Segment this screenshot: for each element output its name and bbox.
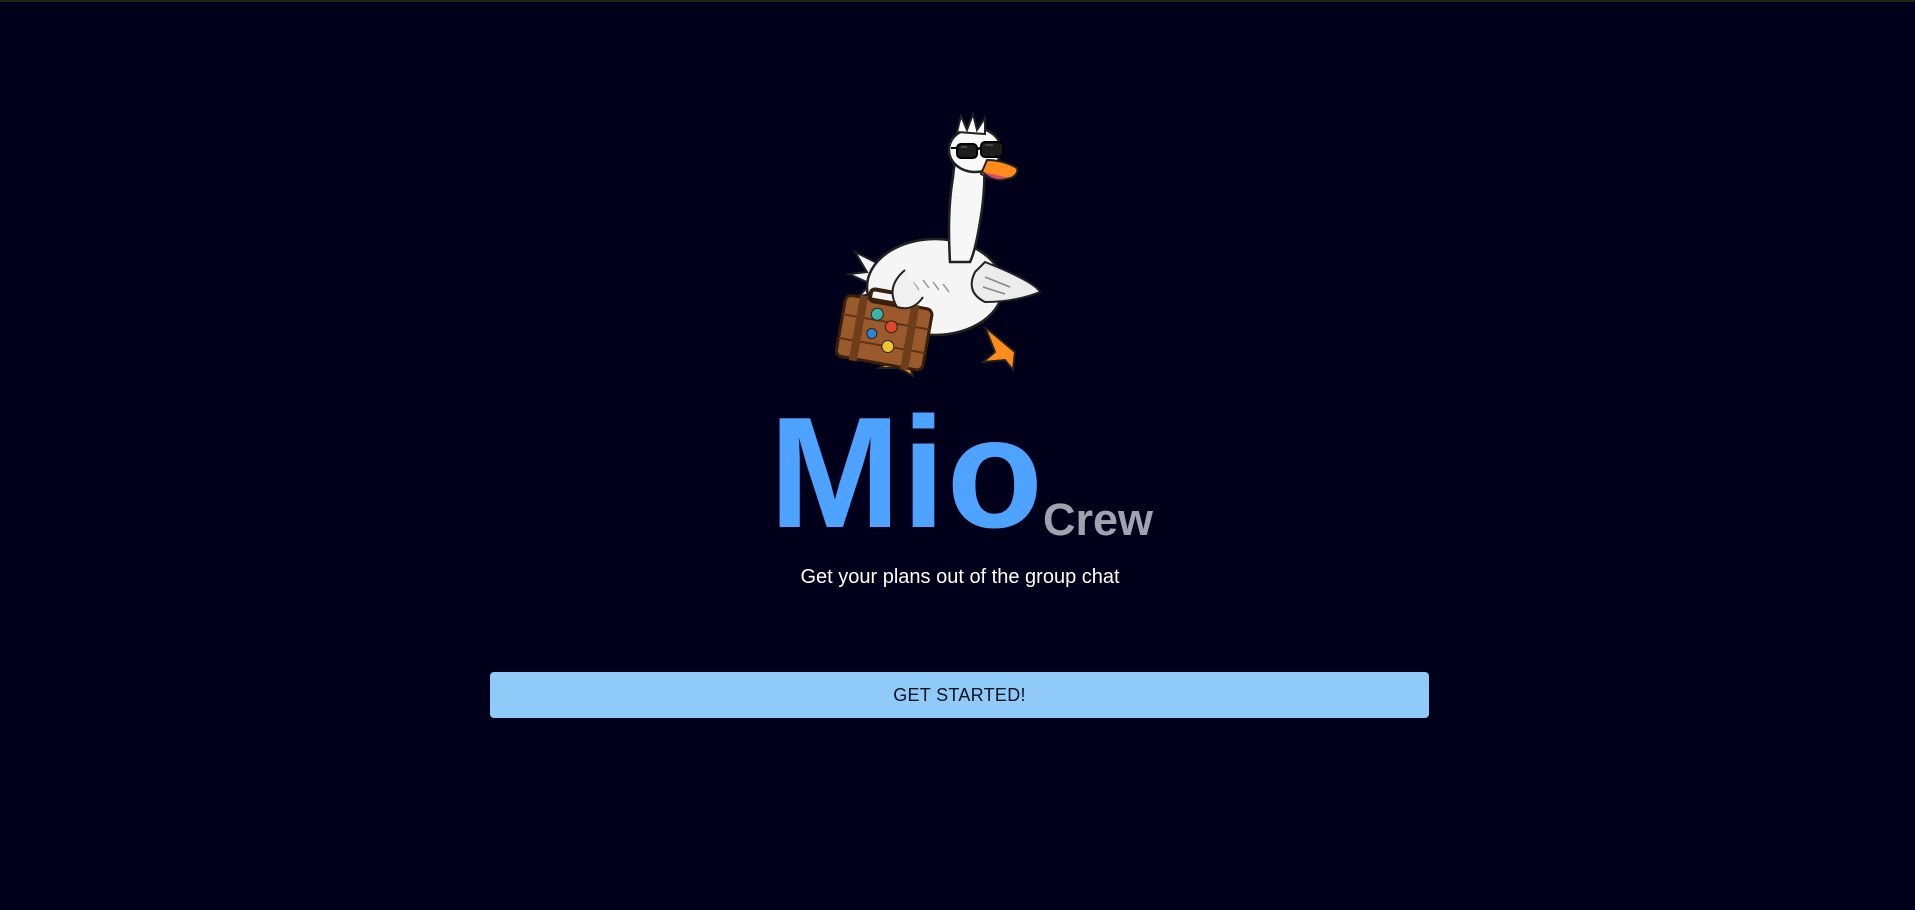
brand-suffix: Crew bbox=[1043, 494, 1154, 545]
brand-wordmark: Mio Crew bbox=[0, 385, 1915, 561]
tagline: Get your plans out of the group chat bbox=[800, 566, 1120, 588]
get-started-button[interactable]: GET STARTED! bbox=[490, 672, 1429, 718]
brand-name: Mio bbox=[769, 385, 1045, 561]
goose-mascot-icon bbox=[835, 112, 1042, 379]
landing-page: Mio Crew Get your plans out of the group… bbox=[0, 0, 1915, 910]
